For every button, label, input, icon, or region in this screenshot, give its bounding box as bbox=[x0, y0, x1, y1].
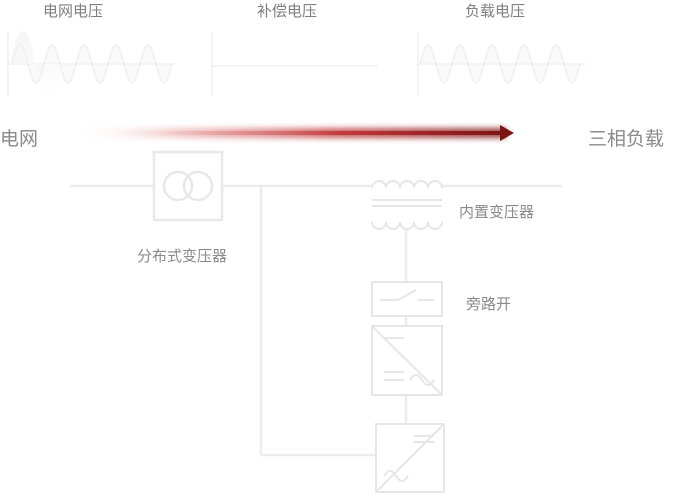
circuit-lines bbox=[70, 184, 562, 457]
grid-voltage-waveform bbox=[7, 31, 175, 97]
internal-transformer-symbol bbox=[371, 180, 443, 230]
load-voltage-waveform bbox=[417, 32, 585, 96]
distributed-transformer-symbol bbox=[152, 150, 224, 222]
power-diagram bbox=[7, 31, 585, 493]
power-flow-arrow bbox=[70, 125, 514, 141]
grid-source-label: 电网 bbox=[0, 128, 39, 150]
distributed-transformer-label: 分布式变压器 bbox=[137, 247, 228, 265]
bypass-switch-symbol bbox=[371, 281, 443, 317]
load-voltage-label: 负载电压 bbox=[465, 2, 526, 20]
converter-symbol-upper bbox=[371, 325, 443, 396]
compensation-voltage-waveform bbox=[211, 32, 378, 96]
grid-voltage-label: 电网电压 bbox=[43, 2, 104, 20]
internal-transformer-label: 内置变压器 bbox=[459, 203, 535, 221]
three-phase-load-label: 三相负载 bbox=[588, 128, 665, 150]
bypass-switch-label: 旁路开 bbox=[466, 295, 512, 313]
compensation-voltage-label: 补偿电压 bbox=[257, 2, 318, 20]
converter-symbol-lower bbox=[375, 423, 445, 493]
